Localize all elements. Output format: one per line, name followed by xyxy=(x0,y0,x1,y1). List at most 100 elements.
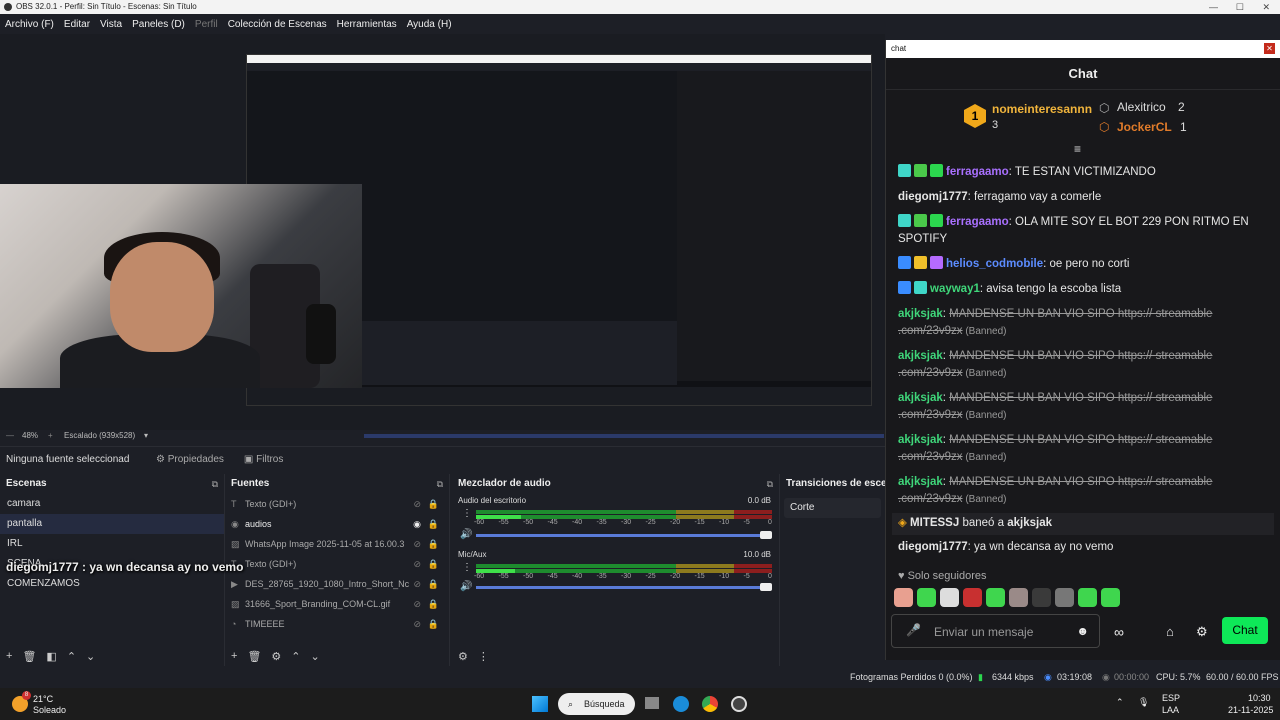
properties-button[interactable]: ⚙ Propiedades xyxy=(146,454,234,465)
menu-tools[interactable]: Herramientas xyxy=(332,19,402,30)
move-up-icon[interactable]: ⌃ xyxy=(291,650,300,663)
trash-icon[interactable]: 🗑 xyxy=(22,650,36,663)
chat-username[interactable]: ferragaamo xyxy=(946,166,1009,178)
source-item[interactable]: ▨ 31666_Sport_Branding_COM-CL.gif ⊘ 🔒 xyxy=(225,594,449,614)
mixer-gear-icon[interactable]: ⚙ xyxy=(458,650,468,663)
chevron-down-icon[interactable]: ▾ xyxy=(144,430,148,442)
speaker-icon[interactable]: 🔊 xyxy=(460,529,472,540)
source-item[interactable]: T Texto (GDI+) ⊘ 🔒 xyxy=(225,494,449,514)
menu-view[interactable]: Vista xyxy=(95,19,127,30)
emote-icon[interactable] xyxy=(963,588,982,607)
eye-hidden-icon[interactable]: ⊘ xyxy=(413,534,421,554)
leaderboard-second[interactable]: Alexitrico xyxy=(1117,100,1166,114)
zoom-level[interactable]: 48% xyxy=(22,430,38,442)
move-down-icon[interactable]: ⌄ xyxy=(86,650,95,663)
chat-username[interactable]: akjksjak xyxy=(898,350,943,362)
store-icon[interactable]: ⌂ xyxy=(1166,624,1174,639)
volume-slider[interactable] xyxy=(476,586,766,589)
chat-input[interactable]: 🎤 Enviar un mensaje ☻ xyxy=(891,614,1100,648)
source-item[interactable]: ◉ audios ◉ 🔒 xyxy=(225,514,449,534)
add-icon[interactable]: + xyxy=(231,650,237,662)
lang-2[interactable]: LAA xyxy=(1162,705,1179,715)
gear-icon[interactable]: ⚙ xyxy=(271,650,281,663)
clock-date[interactable]: 21-11-2025 xyxy=(1228,705,1273,715)
trash-icon[interactable]: 🗑 xyxy=(247,650,261,663)
emote-icon[interactable] xyxy=(917,588,936,607)
preview-scrollbar[interactable] xyxy=(364,434,884,438)
chat-username[interactable]: wayway1 xyxy=(930,283,980,295)
chat-username[interactable]: akjksjak xyxy=(898,308,943,320)
lock-icon[interactable]: 🔒 xyxy=(428,514,439,534)
close-icon[interactable]: ✕ xyxy=(1262,0,1270,14)
source-item[interactable]: ◔ TIMEEEE ⊘ 🔒 xyxy=(225,614,449,634)
menu-help[interactable]: Ayuda (H) xyxy=(402,19,457,30)
menu-docks[interactable]: Paneles (D) xyxy=(127,19,190,30)
channel-points-icon[interactable]: ∞ xyxy=(1114,624,1124,640)
add-icon[interactable]: + xyxy=(6,650,12,662)
filter-icon[interactable]: ◧ xyxy=(46,650,56,663)
eye-hidden-icon[interactable]: ⊘ xyxy=(413,574,421,594)
undock-icon[interactable]: ⧉ xyxy=(437,474,443,494)
move-up-icon[interactable]: ⌃ xyxy=(67,650,76,663)
collapse-icon[interactable]: ≡ xyxy=(1074,142,1081,156)
scene-item[interactable]: IRL xyxy=(0,534,224,554)
settings-icon[interactable]: ⚙ xyxy=(1196,624,1208,640)
more-icon[interactable]: ⋮ xyxy=(462,508,472,519)
emote-icon[interactable] xyxy=(986,588,1005,607)
eye-hidden-icon[interactable]: ⊘ xyxy=(413,494,421,514)
eye-icon[interactable]: ◉ xyxy=(413,514,421,534)
close-icon[interactable]: ✕ xyxy=(1264,43,1275,54)
scene-item-selected[interactable]: pantalla xyxy=(0,514,224,534)
menu-scene-collection[interactable]: Colección de Escenas xyxy=(223,19,332,30)
volume-slider[interactable] xyxy=(476,534,766,537)
eye-hidden-icon[interactable]: ⊘ xyxy=(413,614,421,634)
menu-edit[interactable]: Editar xyxy=(59,19,95,30)
leaderboard-first[interactable]: nomeinteresannn xyxy=(992,102,1092,116)
emote-icon[interactable] xyxy=(1009,588,1028,607)
windows-start-icon[interactable] xyxy=(532,696,548,712)
edge-icon[interactable] xyxy=(673,696,689,712)
eye-hidden-icon[interactable]: ⊘ xyxy=(413,594,421,614)
taskbar-search[interactable]: ⌕ Búsqueda xyxy=(558,693,635,715)
speaker-icon[interactable]: 🔊 xyxy=(460,581,472,592)
minimize-icon[interactable]: — xyxy=(1209,0,1218,14)
emote-icon[interactable] xyxy=(940,588,959,607)
task-view-icon[interactable] xyxy=(645,697,659,709)
lock-icon[interactable]: 🔒 xyxy=(428,574,439,594)
chat-username[interactable]: akjksjak xyxy=(898,434,943,446)
chat-username[interactable]: helios_codmobile xyxy=(946,258,1043,270)
lock-icon[interactable]: 🔒 xyxy=(428,594,439,614)
eye-hidden-icon[interactable]: ⊘ xyxy=(413,554,421,574)
leaderboard-third[interactable]: JockerCL xyxy=(1117,120,1172,134)
undock-icon[interactable]: ⧉ xyxy=(212,474,218,494)
volume-knob[interactable] xyxy=(760,583,772,591)
clock-time[interactable]: 10:30 xyxy=(1248,693,1271,703)
lock-icon[interactable]: 🔒 xyxy=(428,494,439,514)
source-item[interactable]: T Texto (GDI+) ⊘ 🔒 xyxy=(225,554,449,574)
chat-username[interactable]: akjksjak xyxy=(898,392,943,404)
menu-file[interactable]: Archivo (F) xyxy=(0,19,59,30)
chat-username[interactable]: diegomj1777 xyxy=(898,191,968,203)
filters-button[interactable]: ▣ Filtros xyxy=(234,454,293,465)
mic-tray-icon[interactable]: 🎙 xyxy=(1138,697,1149,708)
undock-icon[interactable]: ⧉ xyxy=(767,474,773,494)
chevron-up-icon[interactable]: ⌃ xyxy=(1116,697,1124,708)
chrome-icon[interactable] xyxy=(702,696,718,712)
transition-select[interactable]: Corte xyxy=(784,498,881,518)
emote-icon[interactable] xyxy=(894,588,913,607)
scene-item[interactable]: COMENZAMOS xyxy=(0,574,224,594)
lock-icon[interactable]: 🔒 xyxy=(428,614,439,634)
emote-icon[interactable] xyxy=(1078,588,1097,607)
source-item[interactable]: ▶ DES_28765_1920_1080_Intro_Short_Nc ⊘ 🔒 xyxy=(225,574,449,594)
chat-send-button[interactable]: Chat xyxy=(1222,617,1268,644)
more-icon[interactable]: ⋮ xyxy=(478,650,489,663)
volume-knob[interactable] xyxy=(760,531,772,539)
obs-icon[interactable] xyxy=(731,696,747,712)
emote-icon[interactable] xyxy=(1032,588,1051,607)
scale-label[interactable]: Escalado (939x528) xyxy=(64,430,135,442)
emoji-icon[interactable]: ☻ xyxy=(1076,624,1089,638)
lang-1[interactable]: ESP xyxy=(1162,693,1180,703)
menu-profile[interactable]: Perfil xyxy=(190,19,223,30)
maximize-icon[interactable]: ☐ xyxy=(1236,0,1244,14)
scene-item[interactable]: camara xyxy=(0,494,224,514)
